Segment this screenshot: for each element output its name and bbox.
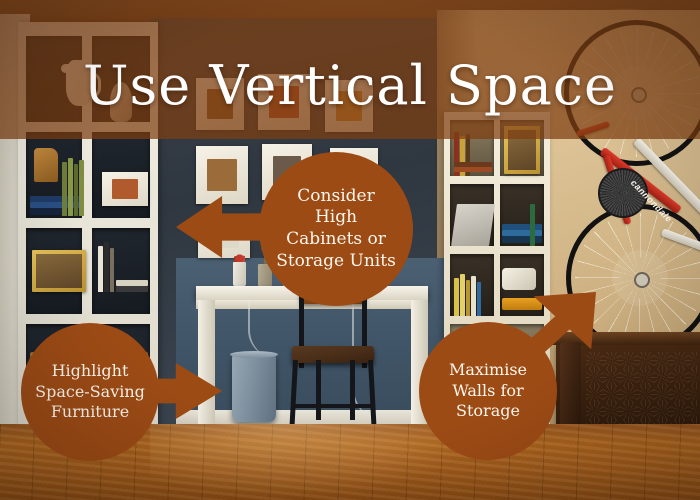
book — [62, 162, 67, 216]
chair-leg — [316, 360, 321, 420]
book — [98, 246, 103, 292]
callout-2-text: Highlight Space-Saving Furniture — [35, 361, 145, 422]
page-title: Use Vertical Space — [83, 54, 617, 118]
art-frame — [196, 146, 248, 204]
callout-maximise-walls-for-storage: Maximise Walls for Storage — [419, 322, 557, 460]
chair-seat — [292, 346, 374, 363]
bench-mesh-panel — [586, 352, 698, 424]
book — [454, 278, 459, 316]
desk-leg — [198, 300, 215, 434]
white-cup — [233, 262, 246, 286]
poster-canvas: cannondale Use Vertical Space Consider Hi… — [0, 0, 700, 500]
bench-post — [560, 342, 581, 432]
callout-1-text: Consider High Cabinets or Storage Units — [276, 185, 396, 271]
book-stack — [116, 286, 148, 292]
trash-can — [230, 351, 278, 422]
chair-rail — [292, 404, 374, 408]
gold-photo-frame — [32, 250, 86, 292]
book — [466, 280, 470, 316]
book — [79, 160, 84, 216]
book-stack — [454, 167, 492, 172]
book — [471, 276, 476, 316]
floor-reflection — [150, 424, 480, 500]
callout-highlight-space-saving-furniture: Highlight Space-Saving Furniture — [21, 323, 159, 461]
book — [110, 248, 114, 292]
photo-frame — [102, 172, 148, 206]
laptop — [451, 204, 495, 246]
book — [68, 158, 73, 216]
book — [460, 274, 465, 316]
book — [74, 164, 78, 216]
callout-consider-high-cabinets: Consider High Cabinets or Storage Units — [259, 152, 413, 306]
book — [477, 282, 481, 316]
book — [104, 242, 109, 292]
callout-3-text: Maximise Walls for Storage — [448, 360, 528, 421]
chair-leg — [350, 360, 355, 420]
animal-figurine — [34, 148, 58, 182]
